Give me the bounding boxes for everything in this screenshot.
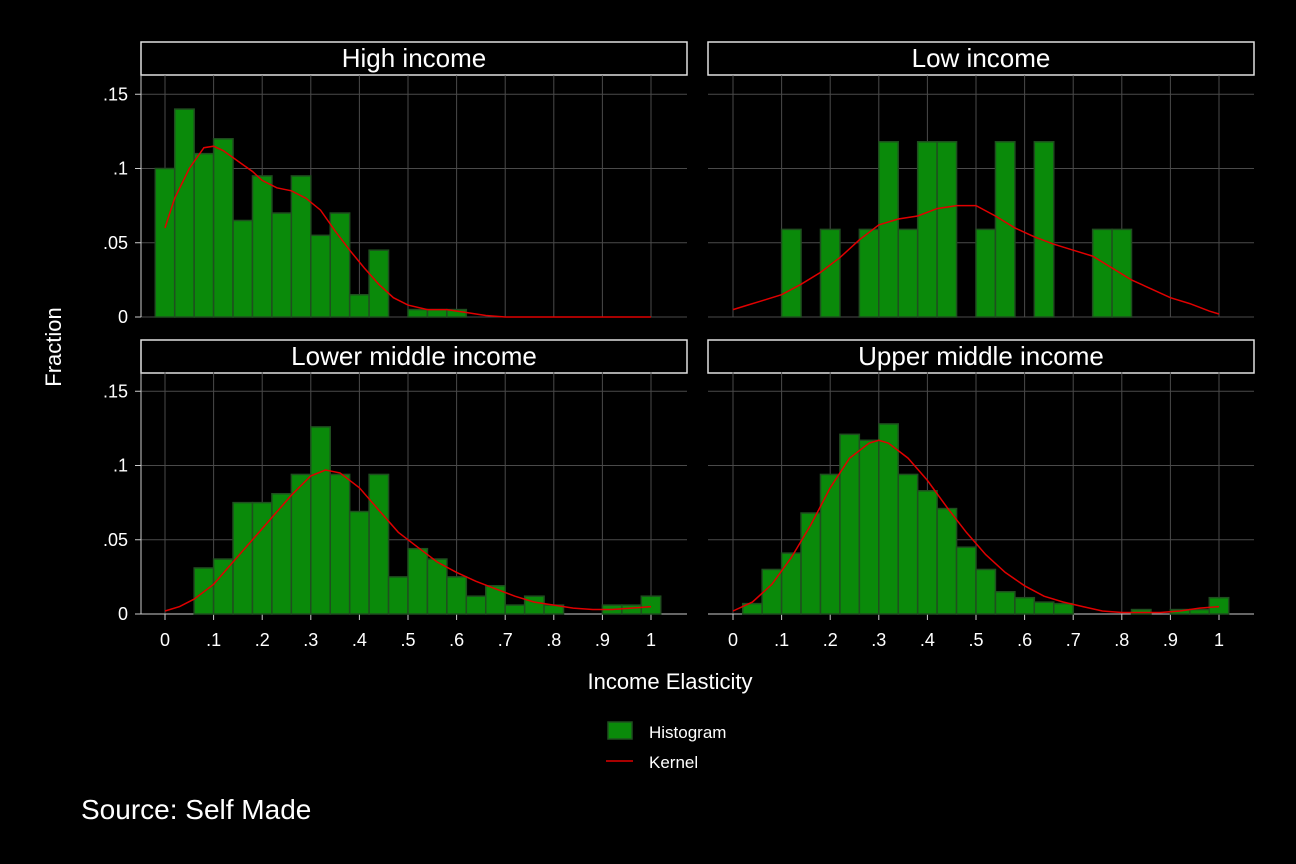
- histogram-bar: [1033, 141, 1055, 318]
- histogram-bar: [780, 228, 802, 318]
- histogram-bar: [878, 141, 899, 318]
- panel-title-high-income: High income: [342, 43, 487, 73]
- x-tick-label: .3: [303, 630, 318, 650]
- histogram-bar: [212, 138, 234, 318]
- histogram-bar: [1033, 601, 1055, 615]
- histogram-bar: [1091, 228, 1113, 318]
- histogram-bar: [485, 585, 506, 615]
- x-tick-label: 0: [728, 630, 738, 650]
- histogram-bar: [897, 473, 919, 615]
- histogram-bar: [348, 293, 370, 318]
- histogram-bar: [154, 167, 176, 318]
- histogram-bar: [819, 473, 841, 615]
- x-tick-label: .7: [1066, 630, 1081, 650]
- histogram-bar: [193, 152, 215, 318]
- y-tick-label: .05: [103, 530, 128, 550]
- histogram-bar: [780, 552, 802, 615]
- histogram-bar: [1014, 596, 1036, 615]
- histogram-bar: [1208, 596, 1230, 615]
- histogram-bar: [348, 510, 370, 615]
- x-tick-label: .5: [968, 630, 983, 650]
- histogram-bar: [878, 423, 899, 615]
- histogram-bar: [426, 558, 448, 615]
- histogram-bar: [310, 426, 331, 615]
- x-tick-label: .8: [1114, 630, 1129, 650]
- y-tick-label: .15: [103, 84, 128, 104]
- histogram-bar: [271, 492, 293, 615]
- histogram-bar: [407, 308, 429, 318]
- legend-label-histogram: Histogram: [649, 723, 726, 742]
- histogram-bar: [290, 175, 312, 318]
- panel-title-upper-middle-income: Upper middle income: [858, 341, 1104, 371]
- x-tick-label: .2: [823, 630, 838, 650]
- histogram-bar: [839, 433, 861, 615]
- histogram-bar: [640, 595, 662, 615]
- x-tick-label: 0: [160, 630, 170, 650]
- x-tick-label: .1: [774, 630, 789, 650]
- x-tick-label: 1: [1214, 630, 1224, 650]
- histogram-bar: [936, 507, 958, 615]
- histogram-bar: [1053, 602, 1074, 615]
- histogram-bar: [212, 558, 234, 615]
- histogram-bar: [310, 234, 331, 318]
- histogram-bar: [251, 175, 273, 318]
- histogram-bar: [975, 228, 997, 318]
- histogram-bar: [271, 212, 293, 318]
- x-tick-label: .3: [871, 630, 886, 650]
- y-axis-title: Fraction: [41, 307, 66, 386]
- x-tick-label: .4: [920, 630, 935, 650]
- histogram-bar: [936, 141, 958, 318]
- x-tick-label: 1: [646, 630, 656, 650]
- histogram-bar: [173, 108, 195, 318]
- x-tick-label: .7: [498, 630, 513, 650]
- histogram-bar: [955, 546, 977, 615]
- y-tick-label: .15: [103, 381, 128, 401]
- x-tick-label: .9: [595, 630, 610, 650]
- x-tick-label: .5: [400, 630, 415, 650]
- histogram-bar: [858, 228, 880, 318]
- histogram-bar: [916, 141, 938, 318]
- x-tick-label: .1: [206, 630, 221, 650]
- legend-label-kernel: Kernel: [649, 753, 698, 772]
- histogram-bar: [897, 228, 919, 318]
- source-caption: Source: Self Made: [81, 794, 312, 825]
- y-tick-label: 0: [118, 307, 128, 327]
- histogram-bar: [465, 595, 487, 615]
- histogram-bar: [232, 219, 254, 318]
- x-tick-label: .6: [449, 630, 464, 650]
- histogram-bar: [290, 473, 312, 615]
- histogram-bar: [368, 473, 390, 615]
- y-tick-label: .1: [113, 159, 128, 179]
- panel-title-lower-middle-income: Lower middle income: [291, 341, 537, 371]
- histogram-bar: [858, 439, 880, 615]
- histogram-bar: [407, 547, 429, 615]
- histogram-bar: [504, 604, 526, 615]
- x-tick-label: .6: [1017, 630, 1032, 650]
- y-tick-label: .05: [103, 233, 128, 253]
- x-tick-label: .9: [1163, 630, 1178, 650]
- y-tick-label: 0: [118, 604, 128, 624]
- y-tick-label: .1: [113, 456, 128, 476]
- histogram-bar: [387, 576, 409, 615]
- histogram-bar: [975, 568, 997, 615]
- legend-swatch-histogram: [607, 721, 633, 740]
- histogram-bar: [994, 141, 1016, 318]
- x-tick-label: .2: [255, 630, 270, 650]
- histogram-bar: [426, 308, 448, 318]
- chart-area: High income 0 .05 .1 .15 Low income Lower midd…: [41, 41, 1255, 772]
- histogram-bar: [329, 473, 351, 615]
- panel-title-low-income: Low income: [912, 43, 1051, 73]
- histogram-bar: [523, 595, 545, 615]
- histogram-bar: [819, 228, 841, 318]
- histogram-bar: [916, 489, 938, 615]
- histogram-bar: [251, 501, 273, 615]
- histogram-bar: [1189, 608, 1211, 615]
- x-axis-title: Income Elasticity: [587, 669, 752, 694]
- histogram-bar: [800, 512, 822, 615]
- x-tick-label: .4: [352, 630, 367, 650]
- x-tick-label: .8: [546, 630, 561, 650]
- histogram-bar: [994, 590, 1016, 615]
- histogram-bar: [621, 604, 643, 615]
- histogram-bar: [446, 576, 468, 615]
